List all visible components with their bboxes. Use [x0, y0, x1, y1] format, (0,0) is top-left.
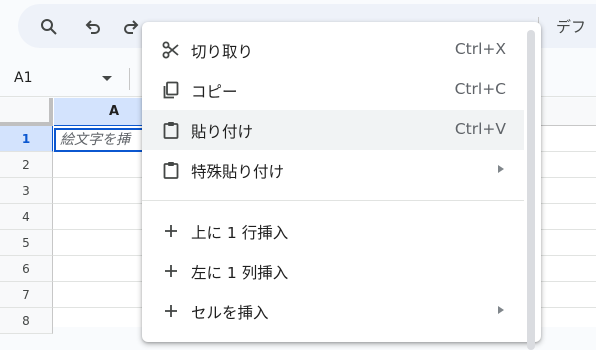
menu-item-label: 切り取り [191, 43, 254, 61]
menu-item-label: 左に 1 列挿入 [191, 264, 289, 282]
scissors-icon [160, 39, 182, 61]
search-icon[interactable] [38, 16, 60, 38]
menu-item-cut[interactable]: 切り取り Ctrl+X [142, 30, 524, 70]
select-all-corner[interactable] [0, 98, 53, 126]
row-header-6[interactable]: 6 [0, 256, 53, 282]
menu-divider [142, 200, 524, 201]
undo-icon[interactable] [82, 16, 104, 38]
menu-item-label: コピー [191, 83, 238, 101]
menu-item-label: 上に 1 行挿入 [191, 224, 289, 242]
formula-bar-separator [129, 68, 130, 90]
redo-icon[interactable] [120, 16, 142, 38]
row-header-8[interactable]: 8 [0, 308, 53, 334]
menu-item-insert-row-above[interactable]: 上に 1 行挿入 [142, 211, 524, 251]
row-header-1[interactable]: 1 [0, 126, 53, 152]
name-box[interactable]: A1 [14, 70, 32, 86]
menu-item-copy[interactable]: コピー Ctrl+C [142, 70, 524, 110]
row-header-4[interactable]: 4 [0, 204, 53, 230]
shortcut-label: Ctrl+X [454, 40, 506, 58]
row-header-7[interactable]: 7 [0, 282, 53, 308]
clipboard-icon [160, 159, 182, 181]
font-family-select[interactable]: デフ [556, 16, 586, 37]
menu-item-insert-cells[interactable]: セルを挿入 [142, 291, 524, 331]
row-header-3[interactable]: 3 [0, 178, 53, 204]
menu-item-paste[interactable]: 貼り付け Ctrl+V [142, 110, 524, 150]
submenu-arrow-icon [498, 165, 504, 173]
plus-icon [160, 300, 182, 322]
row-header-5[interactable]: 5 [0, 230, 53, 256]
menu-scrollbar[interactable] [527, 30, 535, 350]
context-menu: 切り取り Ctrl+X コピー Ctrl+C 貼り付け Ctrl+V 特殊貼り付… [142, 22, 541, 350]
menu-item-paste-special[interactable]: 特殊貼り付け [142, 150, 524, 190]
clipboard-icon [160, 119, 182, 141]
row-header-2[interactable]: 2 [0, 152, 53, 178]
plus-icon [160, 260, 182, 282]
shortcut-label: Ctrl+V [454, 120, 506, 138]
chevron-down-icon[interactable] [102, 76, 112, 81]
menu-item-insert-column-left[interactable]: 左に 1 列挿入 [142, 251, 524, 291]
menu-item-label: 特殊貼り付け [191, 163, 285, 181]
menu-item-label: 貼り付け [191, 123, 254, 141]
menu-item-label: セルを挿入 [191, 304, 269, 322]
copy-icon [160, 79, 182, 101]
submenu-arrow-icon [498, 306, 504, 314]
shortcut-label: Ctrl+C [454, 80, 506, 98]
plus-icon [160, 220, 182, 242]
